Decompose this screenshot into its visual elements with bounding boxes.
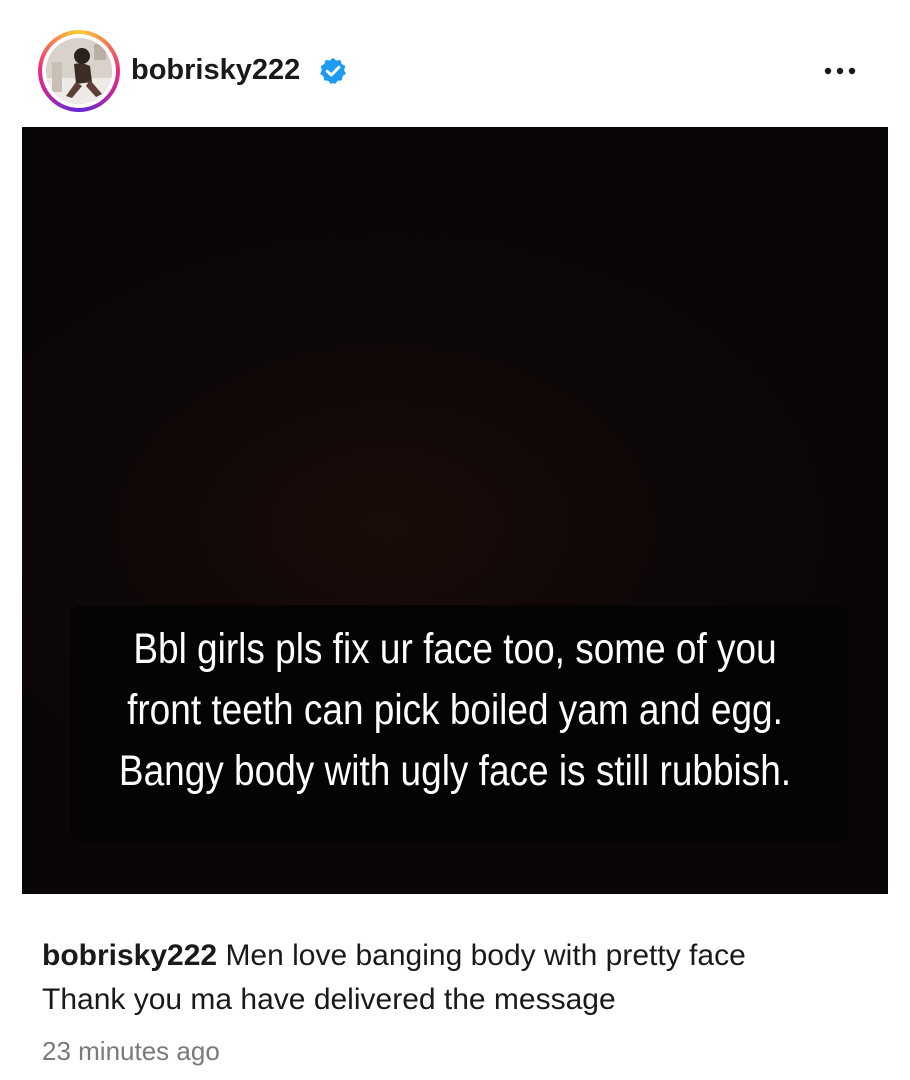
caption-line-1: bobrisky222 Men love banging body with p… <box>42 934 910 978</box>
caption-text: Men love banging body with pretty face <box>225 939 746 972</box>
text-overlay: Bbl girls pls fix ur face too, some of y… <box>118 625 792 795</box>
verified-badge-icon <box>320 57 346 84</box>
post-header: bobrisky222 <box>0 0 910 126</box>
post-username[interactable]: bobrisky222 <box>131 52 300 88</box>
story-ring[interactable] <box>38 30 120 112</box>
caption-line-2: Thank you ma have delivered the message <box>42 983 616 1016</box>
avatar[interactable] <box>46 38 112 104</box>
avatar-border <box>42 34 116 108</box>
post-caption: bobrisky222 Men love banging body with p… <box>42 934 910 1022</box>
caption-username[interactable]: bobrisky222 <box>42 939 217 972</box>
post-timestamp[interactable]: 23 minutes ago <box>42 1034 220 1068</box>
post-image[interactable]: Bbl girls pls fix ur face too, some of y… <box>22 127 888 894</box>
avatar-photo-icon <box>46 38 112 104</box>
more-options-icon[interactable] <box>820 56 860 86</box>
